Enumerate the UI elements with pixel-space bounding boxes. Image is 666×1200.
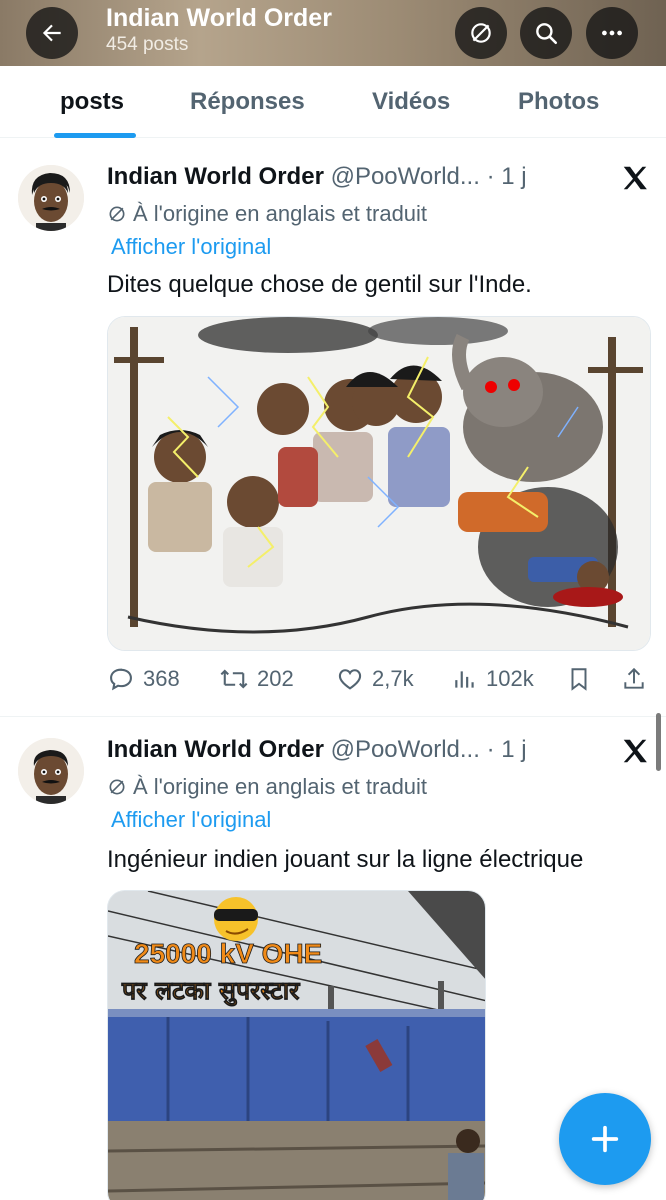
show-original-link[interactable]: Afficher l'original: [111, 807, 271, 833]
tab-replies[interactable]: Réponses: [190, 88, 305, 116]
translate-icon: [109, 779, 125, 795]
profile-tabs: posts Réponses Vidéos Photos: [0, 66, 666, 138]
compose-post-button[interactable]: [559, 1093, 651, 1185]
tab-posts[interactable]: posts: [60, 88, 124, 116]
post-text: Dites quelque chose de gentil sur l'Inde…: [107, 271, 532, 298]
back-button[interactable]: [26, 7, 78, 59]
more-button[interactable]: [586, 7, 638, 59]
reply-button[interactable]: 368: [107, 665, 180, 693]
show-original-link[interactable]: Afficher l'original: [111, 234, 271, 260]
like-button[interactable]: 2,7k: [336, 665, 414, 693]
share-button[interactable]: [621, 665, 647, 693]
translate-button[interactable]: [455, 7, 507, 59]
post-actions: 368 202 2,7k 102k: [107, 665, 652, 697]
reply-count: 368: [143, 666, 180, 691]
handle[interactable]: @PooWorld...: [331, 736, 480, 763]
display-name[interactable]: Indian World Order: [107, 163, 324, 190]
post-video[interactable]: 25000 kV OHE पर लटका सुपरस्टार: [107, 890, 486, 1200]
cartoon-illustration: [108, 317, 650, 650]
search-icon: [536, 23, 558, 45]
tab-photos[interactable]: Photos: [518, 88, 599, 116]
x-logo-icon[interactable]: [620, 163, 650, 193]
translated-note: À l'origine en anglais et traduit: [107, 201, 427, 227]
tab-videos[interactable]: Vidéos: [372, 88, 450, 116]
translate-globe-icon: [471, 23, 491, 43]
profile-header: Indian World Order 454 posts: [0, 0, 666, 66]
plus-icon: [591, 1125, 619, 1153]
post-text: Ingénieur indien jouant sur la ligne éle…: [107, 846, 584, 873]
handle[interactable]: @PooWorld...: [331, 163, 480, 190]
views-bar-chart-icon: [455, 671, 474, 688]
active-tab-indicator: [54, 133, 136, 138]
post[interactable]: Indian World Order @PooWorld... · 1 j À …: [0, 145, 666, 717]
video-caption-line1: 25000 kV OHE: [134, 938, 322, 969]
x-logo-icon[interactable]: [620, 736, 650, 766]
display-name[interactable]: Indian World Order: [107, 736, 324, 763]
video-thumbnail: 25000 kV OHE पर लटका सुपरस्टार: [108, 891, 485, 1200]
like-count: 2,7k: [372, 666, 414, 691]
heart-icon: [338, 669, 362, 690]
post-image[interactable]: [107, 316, 651, 651]
avatar[interactable]: [18, 165, 84, 231]
search-button[interactable]: [520, 7, 572, 59]
back-arrow-icon: [42, 24, 61, 42]
post-count: 454 posts: [106, 34, 189, 55]
bookmark-icon: [571, 668, 587, 691]
avatar[interactable]: [18, 738, 84, 804]
view-count: 102k: [486, 666, 534, 691]
timestamp[interactable]: · 1 j: [487, 163, 527, 190]
repost-icon: [220, 669, 248, 689]
views-button[interactable]: 102k: [452, 665, 534, 693]
profile-title: Indian World Order: [106, 4, 332, 32]
translated-note: À l'origine en anglais et traduit: [107, 774, 427, 800]
share-icon: [624, 667, 644, 689]
video-caption-line2: पर लटका सुपरस्टार: [121, 976, 301, 1007]
reply-icon: [110, 668, 132, 691]
post-header: Indian World Order @PooWorld... · 1 j: [107, 736, 527, 764]
translated-label: À l'origine en anglais et traduit: [133, 201, 428, 226]
timestamp[interactable]: · 1 j: [487, 736, 527, 763]
more-dots-icon: [602, 30, 622, 36]
post-header: Indian World Order @PooWorld... · 1 j: [107, 163, 527, 191]
translated-label: À l'origine en anglais et traduit: [133, 774, 428, 799]
repost-count: 202: [257, 666, 294, 691]
translate-icon: [109, 206, 125, 222]
bookmark-button[interactable]: [566, 665, 592, 693]
scrollbar[interactable]: [656, 713, 661, 771]
repost-button[interactable]: 202: [219, 665, 294, 693]
